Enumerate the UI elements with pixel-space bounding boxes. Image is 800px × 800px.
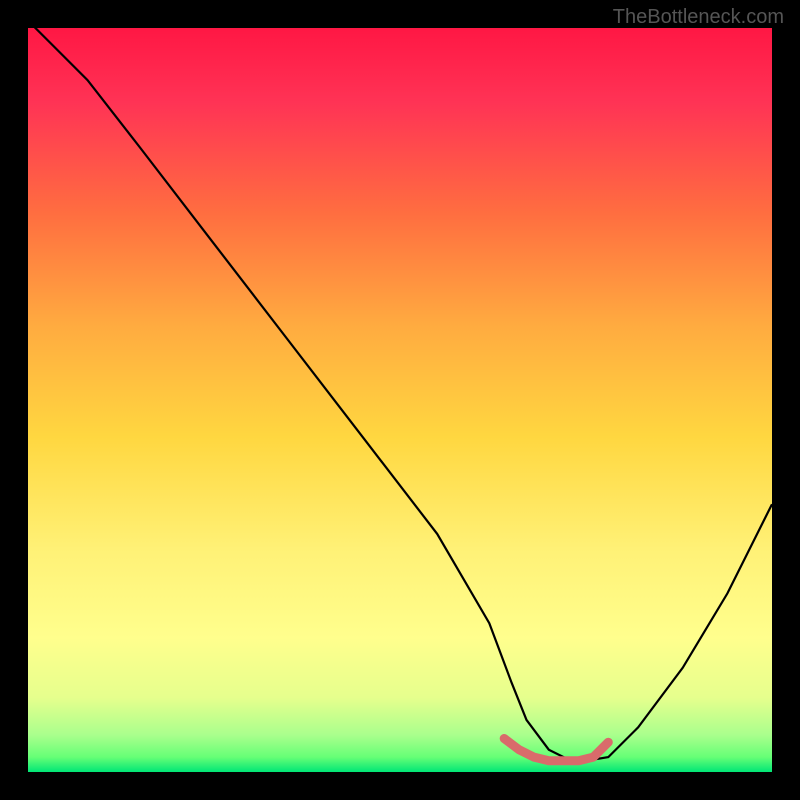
watermark-text: TheBottleneck.com bbox=[613, 6, 784, 29]
gradient-background bbox=[28, 28, 772, 772]
chart-svg bbox=[28, 28, 772, 772]
chart-plot-area bbox=[28, 28, 772, 772]
